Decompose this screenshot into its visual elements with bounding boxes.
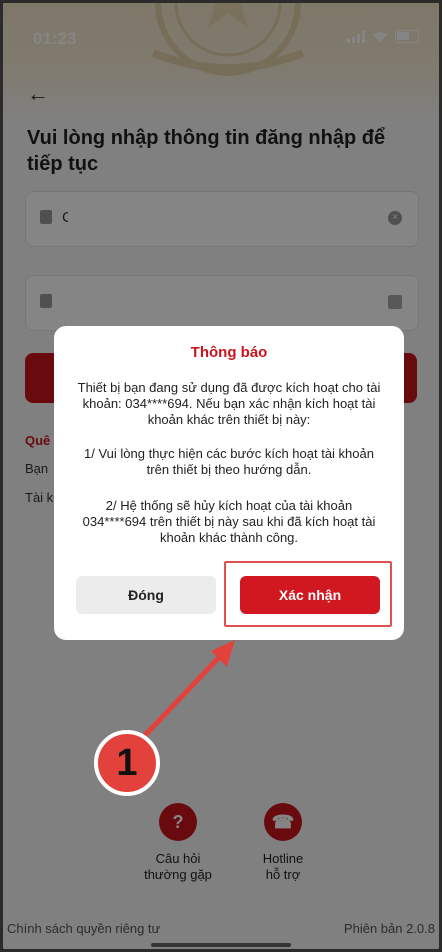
app-screen: 01:23 ← Vui lòng nhập thông tin đăng nhậ… <box>3 3 439 949</box>
device-frame: 01:23 ← Vui lòng nhập thông tin đăng nhậ… <box>0 0 442 952</box>
annotation-arrow <box>130 640 235 751</box>
step-number-badge: 1 <box>94 730 160 796</box>
